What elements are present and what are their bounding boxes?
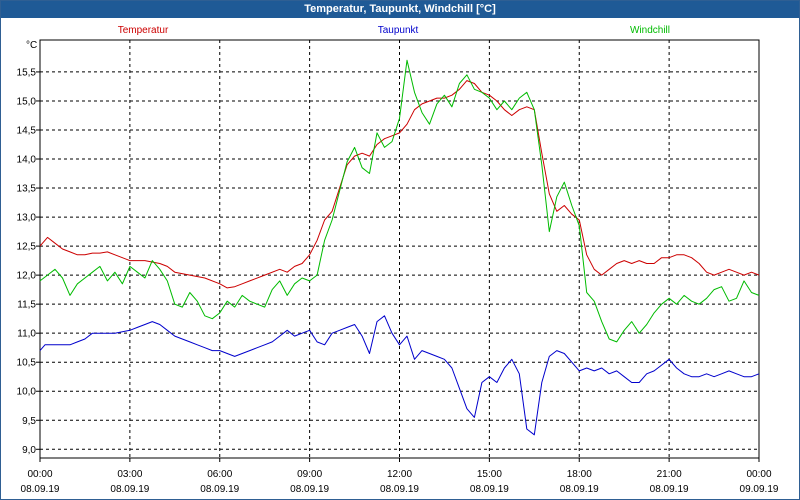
legend: Temperatur Taupunkt Windchill xyxy=(118,25,670,36)
legend-temperatur: Temperatur xyxy=(118,25,169,36)
y-axis-label: °C xyxy=(26,40,37,51)
x-tick-date-label: 08.09.19 xyxy=(110,484,149,495)
y-tick-label: 13,5 xyxy=(17,184,37,195)
y-tick-label: 12,5 xyxy=(17,242,37,253)
y-tick-label: 10,5 xyxy=(17,358,37,369)
y-tick-label: 10,0 xyxy=(17,387,37,398)
y-tick-label: 9,0 xyxy=(22,445,36,456)
x-tick-date-label: 08.09.19 xyxy=(650,484,689,495)
x-tick-time-label: 12:00 xyxy=(387,469,412,480)
x-tick-time-label: 00:00 xyxy=(746,469,771,480)
legend-windchill: Windchill xyxy=(630,25,670,36)
legend-taupunkt: Taupunkt xyxy=(378,25,419,36)
x-axis-ticks: 00:00 08.09.19 03:00 08.09.19 06:00 08.09.19 0… xyxy=(21,458,779,495)
y-tick-label: 14,5 xyxy=(17,125,37,136)
grid xyxy=(39,40,760,458)
y-tick-label: 15,5 xyxy=(17,67,37,78)
x-tick-date-label: 08.09.19 xyxy=(21,484,60,495)
y-tick-label: 9,5 xyxy=(22,416,36,427)
series-line-taupunkt xyxy=(39,315,760,436)
x-tick-date-label: 08.09.19 xyxy=(200,484,239,495)
x-tick-time-label: 21:00 xyxy=(657,469,682,480)
x-tick-time-label: 00:00 xyxy=(27,469,52,480)
x-tick-date-label: 08.09.19 xyxy=(470,484,509,495)
x-tick-time-label: 15:00 xyxy=(477,469,502,480)
x-tick-date-label: 09.09.19 xyxy=(740,484,779,495)
x-tick-date-label: 08.09.19 xyxy=(380,484,419,495)
y-tick-label: 15,0 xyxy=(17,96,37,107)
x-tick-date-label: 08.09.19 xyxy=(560,484,599,495)
y-tick-label: 11,5 xyxy=(17,300,36,311)
y-tick-label: 12,0 xyxy=(17,271,37,282)
y-tick-label: 14,0 xyxy=(17,155,37,166)
line-chart: 9,0 9,5 10,0 10,5 11,0 11,5 12,0 12,5 13,0 13,5 14… xyxy=(17,25,779,495)
y-tick-label: 11,0 xyxy=(17,329,36,340)
y-axis-ticks: 9,0 9,5 10,0 10,5 11,0 11,5 12,0 12,5 13,0 13,5 14… xyxy=(17,67,40,456)
x-tick-time-label: 03:00 xyxy=(117,469,142,480)
x-tick-time-label: 09:00 xyxy=(297,469,322,480)
x-tick-time-label: 18:00 xyxy=(567,469,592,480)
x-tick-date-label: 08.09.19 xyxy=(290,484,329,495)
x-tick-time-label: 06:00 xyxy=(207,469,232,480)
y-tick-label: 13,0 xyxy=(17,213,37,224)
